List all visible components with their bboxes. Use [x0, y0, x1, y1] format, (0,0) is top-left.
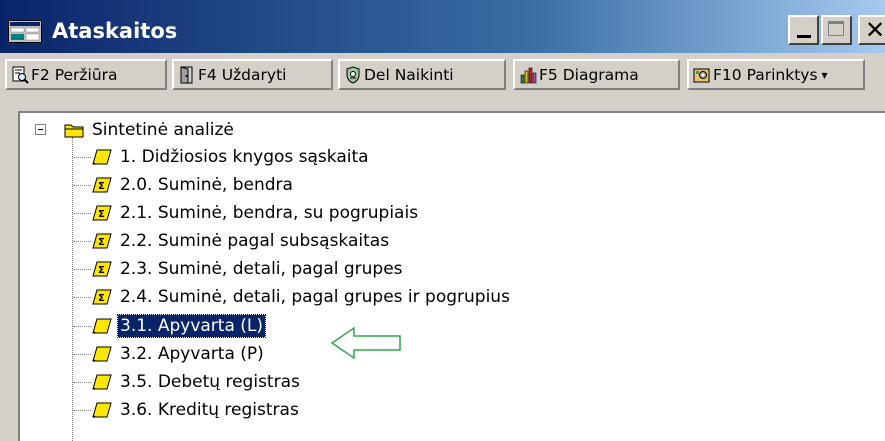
- toolbar: F2 Peržiūra F4 Uždaryti Del Naikinti F5 …: [0, 53, 885, 93]
- collapse-toggle-icon[interactable]: [35, 124, 46, 135]
- tree-item-label: 3.1. Apyvarta (L): [116, 314, 267, 338]
- delete-button-label: Del Naikinti: [364, 65, 454, 84]
- tree-connector: [73, 269, 91, 270]
- report-tree: Sintetinė analizė 1. Didžiosios knygos s…: [20, 113, 885, 441]
- tree-connector: [73, 297, 91, 298]
- tree-connector: [73, 410, 91, 411]
- tree-item-label: 2.3. Suminė, detali, pagal grupes: [120, 259, 403, 279]
- settings-icon: [693, 68, 710, 82]
- reports-window: Ataskaitos ✕ F2 Peržiūra F4 Uždaryti Del…: [0, 0, 885, 441]
- tree-item[interactable]: 3.5. Debetų registras: [92, 369, 302, 395]
- app-window-icon: [8, 20, 42, 43]
- tree-item[interactable]: 3.6. Kreditų registras: [92, 397, 301, 423]
- window-title: Ataskaitos: [52, 19, 178, 43]
- title-bar[interactable]: Ataskaitos ✕: [0, 0, 885, 53]
- svg-text:Σ: Σ: [98, 181, 105, 192]
- tree-connector: [73, 185, 91, 186]
- svg-text:Σ: Σ: [98, 209, 105, 220]
- sum-report-icon: Σ: [92, 289, 112, 305]
- svg-text:Σ: Σ: [98, 237, 105, 248]
- tree-item-label: 2.1. Suminė, bendra, su pogrupiais: [120, 203, 419, 223]
- settings-button[interactable]: F10 Parinktys ▾: [687, 59, 865, 90]
- close-icon: ✕: [865, 16, 885, 44]
- svg-text:Σ: Σ: [98, 293, 105, 304]
- tree-connector: [73, 157, 91, 158]
- report-icon: [92, 374, 112, 390]
- tree-connector: [73, 326, 91, 327]
- report-icon: [92, 318, 112, 334]
- tree-item[interactable]: Σ 2.1. Suminė, bendra, su pogrupiais: [92, 200, 420, 226]
- tree-item-selected[interactable]: 3.1. Apyvarta (L): [92, 313, 267, 339]
- sum-report-icon: Σ: [92, 261, 112, 277]
- chart-button[interactable]: F5 Diagrama: [513, 59, 680, 90]
- close-button[interactable]: ✕: [858, 15, 885, 45]
- tree-item[interactable]: 3.2. Apyvarta (P): [92, 341, 266, 367]
- tree-item[interactable]: Σ 2.2. Suminė pagal subsąskaitas: [92, 228, 391, 254]
- tree-guide-line: [72, 137, 73, 441]
- chart-icon: [520, 67, 537, 83]
- sum-report-icon: Σ: [92, 177, 112, 193]
- folder-icon: [64, 124, 84, 138]
- tree-item[interactable]: Σ 2.3. Suminė, detali, pagal grupes: [92, 256, 405, 282]
- tree-item-label: 2.0. Suminė, bendra: [120, 175, 293, 195]
- delete-button[interactable]: Del Naikinti: [338, 59, 506, 90]
- report-tree-panel[interactable]: Sintetinė analizė 1. Didžiosios knygos s…: [18, 111, 885, 441]
- tree-item-label: 3.5. Debetų registras: [120, 372, 300, 392]
- chevron-down-icon[interactable]: ▾: [822, 68, 828, 82]
- arrow-left-icon: [330, 326, 401, 360]
- preview-button-label: F2 Peržiūra: [31, 65, 118, 84]
- tree-item[interactable]: 1. Didžiosios knygos sąskaita: [92, 144, 371, 170]
- tree-item-label: 2.2. Suminė pagal subsąskaitas: [120, 231, 390, 251]
- tree-connector: [73, 382, 91, 383]
- close-report-button-label: F4 Uždaryti: [198, 65, 287, 84]
- tree-item-label: 3.2. Apyvarta (P): [120, 344, 264, 364]
- chart-button-label: F5 Diagrama: [539, 65, 639, 84]
- tree-item[interactable]: Σ 2.0. Suminė, bendra: [92, 172, 295, 198]
- tree-item-label: 3.6. Kreditų registras: [120, 400, 299, 420]
- report-icon: [92, 402, 112, 418]
- sum-report-icon: Σ: [92, 233, 112, 249]
- maximize-button[interactable]: [821, 15, 852, 45]
- tree-root-label: Sintetinė analizė: [92, 120, 234, 140]
- tree-item[interactable]: Σ 2.4. Suminė, detali, pagal grupes ir p…: [92, 284, 512, 310]
- report-icon: [92, 149, 112, 165]
- tree-connector: [73, 213, 91, 214]
- tree-connector: [73, 354, 91, 355]
- tree-item-label: 2.4. Suminė, detali, pagal grupes ir pog…: [120, 287, 510, 307]
- tree-item-label: 1. Didžiosios knygos sąskaita: [120, 147, 369, 167]
- tree-root-node[interactable]: Sintetinė analizė: [64, 117, 236, 143]
- close-report-button[interactable]: F4 Uždaryti: [172, 59, 333, 90]
- preview-button[interactable]: F2 Peržiūra: [5, 59, 167, 90]
- close-door-icon: [180, 65, 193, 83]
- minimize-button[interactable]: [788, 15, 819, 45]
- preview-icon: [12, 66, 29, 84]
- svg-text:Σ: Σ: [98, 265, 105, 276]
- tree-connector: [73, 241, 91, 242]
- report-icon: [92, 346, 112, 362]
- settings-button-label: F10 Parinktys: [713, 65, 818, 84]
- delete-icon: [346, 65, 360, 84]
- sum-report-icon: Σ: [92, 205, 112, 221]
